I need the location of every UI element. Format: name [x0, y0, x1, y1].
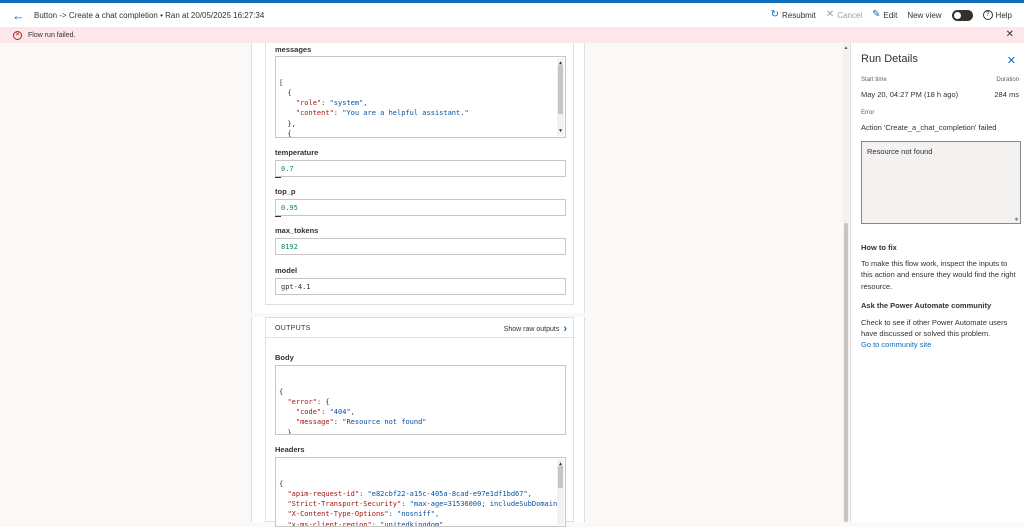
top-p-label: top_p — [275, 187, 296, 196]
edit-button[interactable]: ✎ Edit — [872, 10, 897, 20]
community-text: Check to see if other Power Automate use… — [861, 318, 1008, 339]
run-details-panel: Run Details ✕ Start time Duration May 20… — [850, 43, 1024, 522]
close-icon[interactable]: ✕ — [1007, 54, 1016, 67]
new-view-toggle-group: New view — [907, 10, 942, 20]
headers-label: Headers — [275, 445, 305, 454]
model-field: gpt-4.1 — [275, 278, 566, 295]
code-line: "X-Content-Type-Options": "nosniff", — [287, 510, 440, 519]
code-line: "x-ms-client-region": "unitedkingdom", — [287, 520, 448, 527]
code-line: { — [279, 387, 284, 396]
code-line: }, — [279, 119, 296, 128]
outputs-section: OUTPUTS Show raw outputs › Body { "error"… — [265, 317, 575, 527]
outputs-header: OUTPUTS Show raw outputs › — [266, 318, 575, 338]
resubmit-icon: ↻ — [770, 9, 780, 20]
messages-scrollbar[interactable]: ▲ ▼ — [557, 58, 564, 136]
scroll-up-arrow-icon[interactable]: ▲ — [843, 45, 849, 51]
code-line: [ — [279, 78, 284, 87]
error-action-text: Action 'Create_a_chat_completion' failed — [861, 123, 997, 132]
code-line: "content": "You are a helpful assistant.… — [295, 109, 469, 118]
close-icon[interactable]: ✕ — [1006, 29, 1014, 40]
duration-label: Duration — [996, 77, 1019, 83]
chevron-right-icon: › — [563, 323, 567, 335]
max-tokens-field: 8192 — [275, 238, 566, 255]
cancel-icon: ✕ — [825, 9, 835, 20]
how-to-fix-heading: How to fix — [861, 243, 897, 252]
main-scroll-thumb[interactable] — [844, 223, 848, 522]
resubmit-button[interactable]: ↻ Resubmit — [771, 10, 816, 20]
error-label: Error — [861, 110, 875, 116]
help-icon: ? — [982, 10, 993, 20]
pencil-icon: ✎ — [872, 9, 881, 20]
inputs-section: messages [ { "role": "system", "content"… — [265, 43, 574, 305]
scroll-thumb[interactable] — [558, 65, 563, 114]
start-time-value: May 20, 04:27 PM (18 h ago) — [861, 90, 959, 99]
headers-code: { "apim-request-id": "e82cbf22-a15c-405a… — [276, 479, 565, 527]
messages-code-box[interactable]: [ { "role": "system", "content": "You ar… — [275, 56, 566, 138]
body-code-box[interactable]: { "error": { "code": "404", "message": "… — [275, 365, 566, 435]
duration-value: 284 ms — [994, 90, 1019, 99]
headers-scrollbar[interactable]: ▲ — [557, 459, 564, 525]
cancel-button[interactable]: ✕ Cancel — [826, 10, 862, 20]
help-button[interactable]: ? Help — [982, 10, 1012, 20]
scroll-down-arrow-icon[interactable]: ▼ — [557, 126, 564, 136]
back-arrow-icon[interactable]: ← — [12, 9, 28, 22]
messages-label: messages — [275, 45, 312, 54]
error-banner: ✕ Flow run failed. ✕ — [0, 27, 1024, 43]
max-tokens-label: max_tokens — [275, 226, 319, 235]
community-site-link[interactable]: Go to community site — [861, 340, 931, 349]
headers-code-box[interactable]: { "apim-request-id": "e82cbf22-a15c-405a… — [275, 457, 566, 527]
outputs-title: OUTPUTS — [275, 325, 311, 332]
model-label: model — [275, 266, 298, 275]
body-code: { "error": { "code": "404", "message": "… — [276, 387, 565, 435]
code-line: "error": { — [287, 397, 330, 406]
code-line: { — [279, 88, 292, 97]
code-line: "Strict-Transport-Security": "max-age=31… — [287, 500, 562, 509]
error-detail-box[interactable]: Resource not found ∗ — [861, 141, 1021, 224]
how-to-fix-text: To make this flow work, inspect the inpu… — [861, 259, 1016, 291]
inputs-card: messages [ { "role": "system", "content"… — [251, 43, 585, 313]
top-p-field: 0.95 — [275, 199, 566, 217]
start-time-label: Start time — [861, 77, 887, 83]
breadcrumb: Button -> Create a chat completion • Ran… — [34, 10, 265, 20]
show-raw-outputs-button[interactable]: Show raw outputs › — [504, 323, 567, 335]
outputs-card: OUTPUTS Show raw outputs › Body { "error"… — [251, 317, 585, 527]
error-banner-message: Flow run failed. — [28, 31, 76, 39]
temperature-label: temperature — [275, 148, 319, 157]
code-line: "apim-request-id": "e82cbf22-a15c-405a-8… — [287, 489, 532, 498]
community-heading: Ask the Power Automate community — [861, 301, 992, 310]
run-details-title: Run Details — [861, 53, 918, 65]
code-line: { — [279, 130, 292, 138]
code-line: { — [279, 479, 284, 488]
temperature-field: 0.7 — [275, 160, 566, 178]
main-scrollbar[interactable]: ▲ — [843, 43, 849, 522]
resize-grip-icon[interactable]: ∗ — [1014, 216, 1019, 223]
error-circle-icon: ✕ — [13, 30, 22, 40]
new-view-toggle[interactable] — [951, 9, 973, 21]
scroll-thumb[interactable] — [558, 466, 563, 488]
body-label: Body — [275, 353, 294, 362]
code-line: } — [279, 428, 292, 435]
command-bar: ← Button -> Create a chat completion • R… — [0, 3, 1024, 27]
messages-code: [ { "role": "system", "content": "You ar… — [276, 78, 565, 138]
code-line: "role": "system", — [295, 99, 368, 108]
code-line: "message": "Resource not found" — [295, 418, 427, 427]
code-line: "code": "404", — [295, 408, 355, 417]
